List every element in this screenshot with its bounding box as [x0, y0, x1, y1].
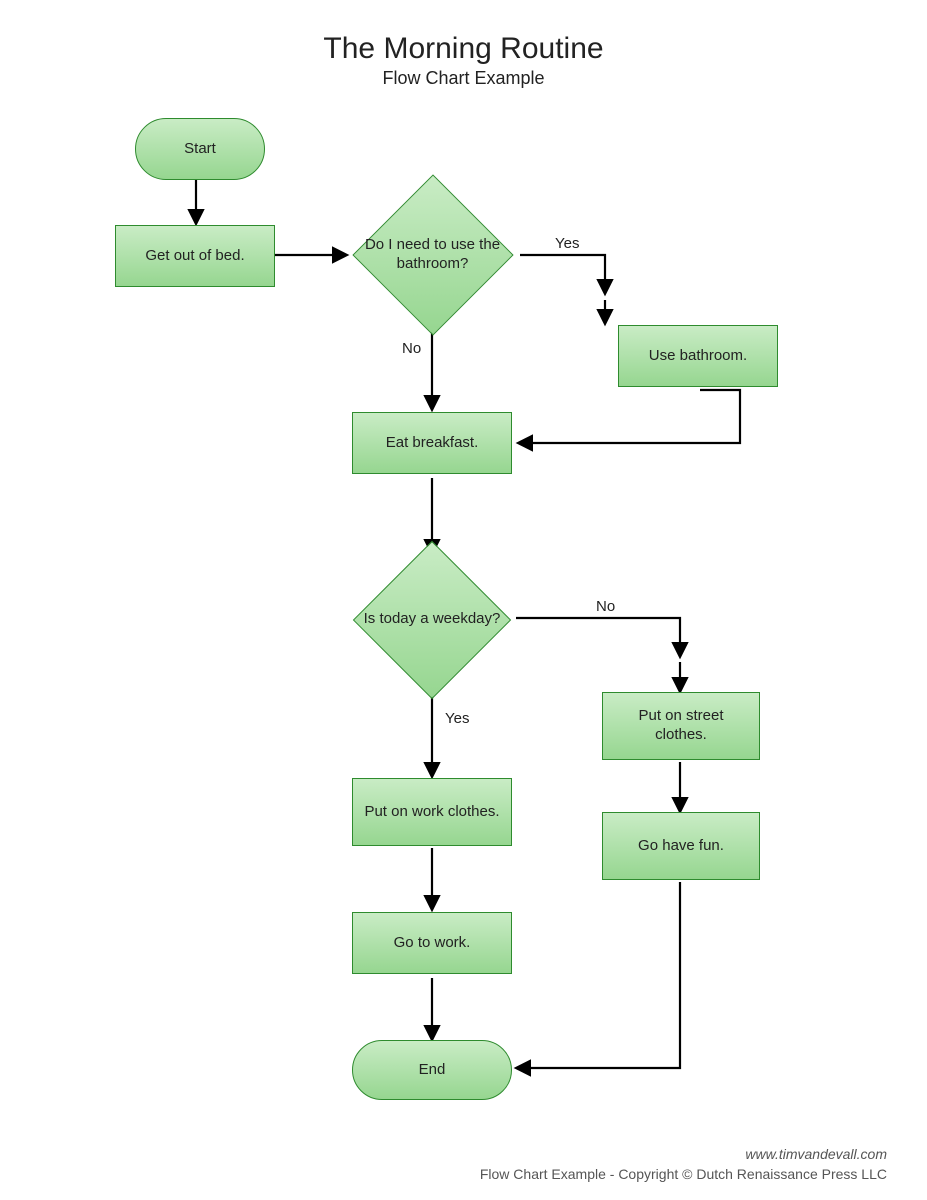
weekday-decision-label: Is today a weekday?	[364, 610, 501, 629]
street-clothes-process: Put on street clothes.	[602, 692, 760, 760]
use-bathroom-process: Use bathroom.	[618, 325, 778, 387]
work-clothes-label: Put on work clothes.	[364, 803, 499, 822]
work-clothes-process: Put on work clothes.	[352, 778, 512, 846]
bathroom-decision: Do I need to use the bathroom?	[345, 190, 520, 320]
start-label: Start	[184, 140, 216, 159]
weekday-no-label: No	[596, 598, 615, 615]
street-clothes-label: Put on street clothes.	[613, 707, 749, 745]
eat-breakfast-label: Eat breakfast.	[386, 434, 479, 453]
have-fun-process: Go have fun.	[602, 812, 760, 880]
start-terminator: Start	[135, 118, 265, 180]
get-out-of-bed-label: Get out of bed.	[145, 247, 244, 266]
go-to-work-label: Go to work.	[394, 934, 471, 953]
page-title: The Morning Routine	[0, 32, 927, 66]
bathroom-decision-label: Do I need to use the bathroom?	[355, 236, 510, 274]
have-fun-label: Go have fun.	[638, 837, 724, 856]
use-bathroom-label: Use bathroom.	[649, 347, 747, 366]
bathroom-yes-label: Yes	[555, 235, 579, 252]
weekday-decision: Is today a weekday?	[348, 552, 516, 687]
flowchart-page: The Morning Routine Flow Chart Example	[0, 0, 927, 1200]
get-out-of-bed-process: Get out of bed.	[115, 225, 275, 287]
eat-breakfast-process: Eat breakfast.	[352, 412, 512, 474]
footer-copy: Flow Chart Example - Copyright © Dutch R…	[480, 1166, 887, 1182]
bathroom-no-label: No	[402, 340, 421, 357]
end-terminator: End	[352, 1040, 512, 1100]
go-to-work-process: Go to work.	[352, 912, 512, 974]
weekday-yes-label: Yes	[445, 710, 469, 727]
footer-url: www.timvandevall.com	[745, 1146, 887, 1162]
end-label: End	[419, 1061, 446, 1080]
page-subtitle: Flow Chart Example	[0, 68, 927, 89]
